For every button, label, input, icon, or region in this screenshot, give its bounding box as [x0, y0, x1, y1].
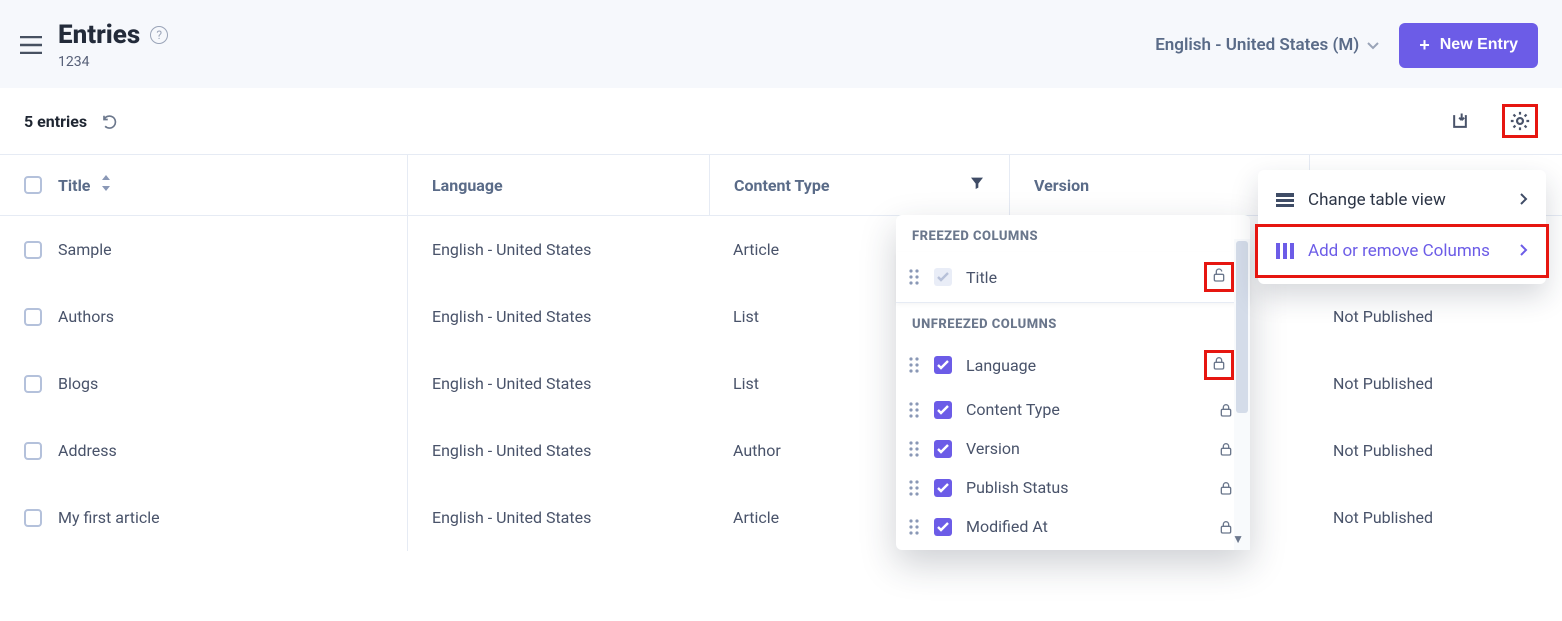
import-icon[interactable]: [1450, 111, 1470, 131]
lock-icon[interactable]: [1218, 441, 1234, 457]
row-language: English - United States: [407, 216, 709, 283]
entry-count-label: 5 entries: [24, 112, 87, 131]
table-settings-menu: Change table view Add or remove Columns: [1258, 170, 1546, 284]
table-row: Blogs: [0, 350, 407, 417]
col-language-label: Language: [432, 176, 503, 195]
menu-item-add-remove-columns[interactable]: Add or remove Columns: [1255, 224, 1549, 278]
lock-icon[interactable]: [1218, 480, 1234, 496]
unlock-highlight: [1204, 262, 1234, 292]
column-row-publish-status[interactable]: Publish Status: [896, 468, 1250, 507]
row-title[interactable]: Authors: [58, 307, 114, 326]
filter-icon[interactable]: [969, 175, 985, 195]
list-view-icon: [1276, 193, 1294, 207]
hamburger-icon[interactable]: [20, 36, 42, 54]
locale-label: English - United States (M): [1155, 35, 1359, 55]
lock-icon[interactable]: [1218, 402, 1234, 418]
row-publish-status: Not Published: [1309, 484, 1562, 551]
sub-bar: 5 entries: [0, 88, 1562, 155]
column-header-language[interactable]: Language: [407, 155, 709, 216]
freezed-columns-label: FREEZED COLUMNS: [896, 215, 1250, 252]
column-row-language[interactable]: Language: [896, 340, 1250, 390]
scroll-down-icon[interactable]: ▼: [1232, 532, 1244, 546]
table-row: Address: [0, 417, 407, 484]
drag-handle-icon[interactable]: [908, 440, 920, 458]
table-row: Sample: [0, 216, 407, 283]
column-label: Language: [966, 356, 1036, 375]
column-row-title[interactable]: Title: [896, 252, 1250, 303]
drag-handle-icon[interactable]: [908, 479, 920, 497]
select-all-checkbox[interactable]: [24, 176, 42, 194]
row-title[interactable]: Address: [58, 441, 117, 460]
help-icon[interactable]: ?: [150, 26, 168, 44]
row-title[interactable]: My first article: [58, 508, 160, 527]
chevron-right-icon: [1520, 241, 1528, 261]
column-row-modified-at[interactable]: Modified At: [896, 507, 1250, 546]
row-publish-status: Not Published: [1309, 350, 1562, 417]
col-version-label: Version: [1034, 176, 1089, 195]
row-checkbox[interactable]: [24, 375, 42, 393]
gear-highlight: [1502, 104, 1538, 138]
sort-icon[interactable]: [100, 175, 112, 195]
row-language: English - United States: [407, 283, 709, 350]
locale-picker[interactable]: English - United States (M): [1155, 35, 1379, 55]
menu-item-change-table-view[interactable]: Change table view: [1258, 176, 1546, 224]
column-checkbox[interactable]: [934, 401, 952, 419]
unfreezed-columns-label: UNFREEZED COLUMNS: [896, 303, 1250, 340]
column-label: Version: [966, 439, 1020, 458]
column-row-content-type[interactable]: Content Type: [896, 390, 1250, 429]
menu-item-label: Change table view: [1308, 190, 1446, 210]
page-title: Entries: [58, 20, 140, 50]
row-publish-status: Not Published: [1309, 283, 1562, 350]
page-subtitle: 1234: [58, 54, 168, 70]
columns-panel: FREEZED COLUMNS Title UNFREEZED COLUMNS: [896, 215, 1250, 550]
column-header-content-type[interactable]: Content Type: [709, 155, 1009, 216]
column-row-version[interactable]: Version: [896, 429, 1250, 468]
row-title[interactable]: Sample: [58, 240, 112, 259]
column-checkbox[interactable]: [934, 356, 952, 374]
row-checkbox[interactable]: [24, 442, 42, 460]
table-row: Authors: [0, 283, 407, 350]
column-header-title[interactable]: Title: [0, 155, 407, 216]
column-checkbox[interactable]: [934, 518, 952, 536]
column-label: Content Type: [966, 400, 1060, 419]
column-checkbox[interactable]: [934, 268, 952, 286]
table-row: My first article: [0, 484, 407, 551]
top-bar: Entries ? 1234 English - United States (…: [0, 0, 1562, 88]
chevron-right-icon: [1520, 190, 1528, 210]
columns-icon: [1276, 243, 1294, 259]
row-checkbox[interactable]: [24, 509, 42, 527]
row-publish-status: Not Published: [1309, 417, 1562, 484]
row-checkbox[interactable]: [24, 241, 42, 259]
col-title-label: Title: [58, 176, 90, 195]
drag-handle-icon[interactable]: [908, 268, 920, 286]
lock-icon[interactable]: [1211, 355, 1227, 371]
row-language: English - United States: [407, 484, 709, 551]
unlock-icon[interactable]: [1211, 267, 1227, 283]
row-language: English - United States: [407, 350, 709, 417]
column-checkbox[interactable]: [934, 440, 952, 458]
column-label: Title: [966, 268, 997, 287]
drag-handle-icon[interactable]: [908, 401, 920, 419]
drag-handle-icon[interactable]: [908, 356, 920, 374]
drag-handle-icon[interactable]: [908, 518, 920, 536]
undo-icon[interactable]: [101, 112, 119, 130]
row-title[interactable]: Blogs: [58, 374, 98, 393]
column-label: Modified At: [966, 517, 1048, 536]
plus-icon: +: [1419, 35, 1430, 56]
chevron-down-icon: [1367, 35, 1379, 55]
row-language: English - United States: [407, 417, 709, 484]
menu-item-label: Add or remove Columns: [1308, 241, 1490, 261]
row-checkbox[interactable]: [24, 308, 42, 326]
column-label: Publish Status: [966, 478, 1068, 497]
col-ct-label: Content Type: [734, 176, 829, 195]
lock-highlight: [1204, 350, 1234, 380]
new-entry-button[interactable]: + New Entry: [1399, 23, 1538, 68]
new-entry-label: New Entry: [1440, 36, 1518, 54]
column-checkbox[interactable]: [934, 479, 952, 497]
scrollbar-thumb[interactable]: [1236, 241, 1248, 413]
gear-icon[interactable]: [1509, 110, 1531, 132]
